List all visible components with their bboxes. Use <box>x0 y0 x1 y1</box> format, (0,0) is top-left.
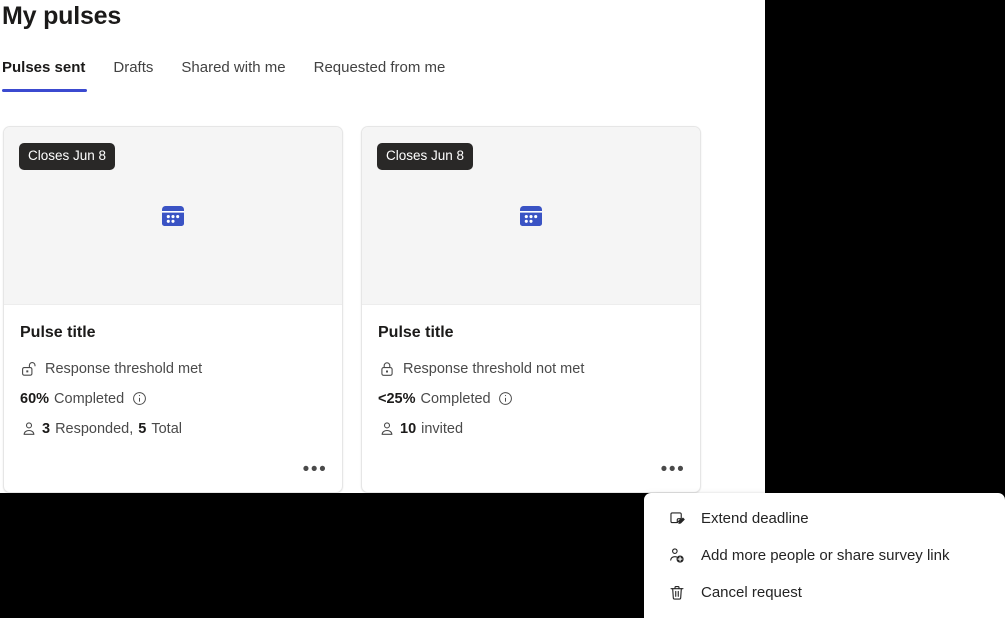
menu-item-label: Add more people or share survey link <box>701 547 949 564</box>
tab-label: Pulses sent <box>2 59 85 76</box>
card-more-options-button[interactable]: ••• <box>300 456 330 484</box>
card-context-menu: Extend deadline Add more people or share… <box>644 493 1005 618</box>
menu-item-add-people-or-share-link[interactable]: Add more people or share survey link <box>644 537 1005 574</box>
card-title: Pulse title <box>378 324 684 342</box>
invited-row: 10 invited <box>378 417 684 440</box>
menu-item-cancel-request[interactable]: Cancel request <box>644 574 1005 611</box>
completion-row: 60% Completed <box>20 387 326 410</box>
tab-list: Pulses sent Drafts Shared with me Reques… <box>0 56 459 92</box>
person-icon <box>20 420 37 437</box>
card-more-options-button[interactable]: ••• <box>658 456 688 484</box>
respondents-row: 3 Responded, 5 Total <box>20 417 326 440</box>
unlocked-padlock-icon <box>20 360 37 377</box>
completion-value: <25% <box>378 391 416 407</box>
tab-shared-with-me[interactable]: Shared with me <box>167 56 299 80</box>
calendar-icon <box>516 201 546 231</box>
total-label: Total <box>151 421 182 437</box>
completion-label: Completed <box>421 391 491 407</box>
total-count: 5 <box>138 421 146 437</box>
tab-label: Shared with me <box>181 59 285 76</box>
person-add-icon <box>667 546 687 566</box>
menu-item-label: Extend deadline <box>701 510 809 527</box>
locked-padlock-icon <box>378 360 395 377</box>
tab-active-indicator <box>2 89 87 92</box>
invited-count: 10 <box>400 421 416 437</box>
responded-count: 3 <box>42 421 50 437</box>
completion-value: 60% <box>20 391 49 407</box>
card-title: Pulse title <box>20 324 326 342</box>
edit-note-icon <box>667 509 687 529</box>
ellipsis-icon: ••• <box>303 465 328 475</box>
page-title: My pulses <box>2 2 121 31</box>
pulse-card[interactable]: Closes Jun 8 <box>361 126 701 493</box>
tab-label: Drafts <box>113 59 153 76</box>
threshold-row: Response threshold met <box>20 357 326 380</box>
calendar-icon <box>158 201 188 231</box>
status-badge: Closes Jun 8 <box>377 143 473 170</box>
tab-drafts[interactable]: Drafts <box>99 56 167 80</box>
screen-root: My pulses Pulses sent Drafts Shared with… <box>0 0 1005 618</box>
menu-item-extend-deadline[interactable]: Extend deadline <box>644 500 1005 537</box>
ellipsis-icon: ••• <box>661 465 686 475</box>
card-body: Pulse title Response threshold met <box>4 305 342 440</box>
card-banner: Closes Jun 8 <box>362 127 700 305</box>
card-banner: Closes Jun 8 <box>4 127 342 305</box>
info-icon[interactable] <box>131 391 147 407</box>
tab-label: Requested from me <box>314 59 446 76</box>
tab-requested-from-me[interactable]: Requested from me <box>300 56 460 80</box>
threshold-text: Response threshold not met <box>403 361 584 377</box>
pulse-card-list: Closes Jun 8 <box>3 126 701 493</box>
status-badge: Closes Jun 8 <box>19 143 115 170</box>
trash-icon <box>667 583 687 603</box>
completion-label: Completed <box>54 391 124 407</box>
responded-label: Responded, <box>55 421 133 437</box>
person-icon <box>378 420 395 437</box>
invited-label: invited <box>421 421 463 437</box>
info-icon[interactable] <box>498 391 514 407</box>
pulse-card[interactable]: Closes Jun 8 <box>3 126 343 493</box>
tab-pulses-sent[interactable]: Pulses sent <box>0 56 99 80</box>
threshold-row: Response threshold not met <box>378 357 684 380</box>
threshold-text: Response threshold met <box>45 361 202 377</box>
app-surface: My pulses Pulses sent Drafts Shared with… <box>0 0 765 493</box>
card-body: Pulse title Response threshold not met <box>362 305 700 440</box>
menu-item-label: Cancel request <box>701 584 802 601</box>
completion-row: <25% Completed <box>378 387 684 410</box>
